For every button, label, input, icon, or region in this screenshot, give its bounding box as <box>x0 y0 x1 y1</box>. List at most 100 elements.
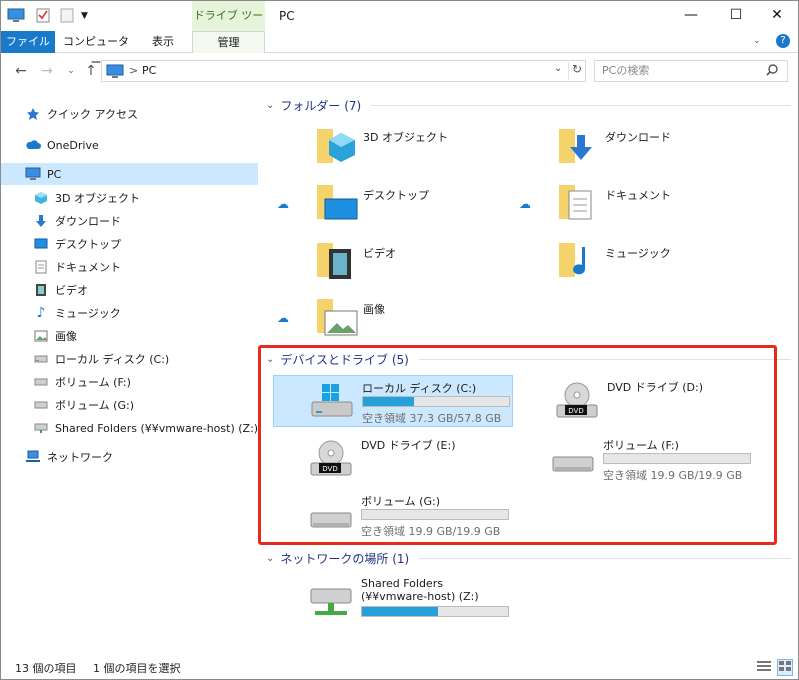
status-bar: 13 個の項目 1 個の項目を選択 <box>1 655 798 679</box>
folder-name: 画像 <box>363 303 385 316</box>
back-arrow-icon[interactable]: ← <box>11 61 31 81</box>
folder-3d-objects[interactable]: 3D オブジェクト <box>315 123 448 179</box>
title-bar: ▼ ドライブ ツール PC — ☐ ✕ <box>1 1 798 52</box>
nav-label: ネットワーク <box>47 451 113 464</box>
details-view-icon[interactable] <box>757 660 771 675</box>
group-header-network[interactable]: ⌄ ネットワークの場所 (1) <box>266 548 791 568</box>
nav-local-disk-c[interactable]: ローカル ディスク (C:) <box>33 348 169 370</box>
properties-icon[interactable] <box>35 7 51 26</box>
drive-icon <box>33 374 49 390</box>
drive-tools-context-label: ドライブ ツール <box>192 1 265 52</box>
nav-pc[interactable]: PC <box>1 163 258 185</box>
collapse-chevron-icon: ⌄ <box>266 552 275 564</box>
tab-file[interactable]: ファイル <box>1 31 55 53</box>
network-name-line2: (¥¥vmware-host) (Z:) <box>361 590 479 603</box>
close-button[interactable]: ✕ <box>754 1 798 31</box>
folder-desktop[interactable]: デスクトップ <box>315 181 429 237</box>
breadcrumb-pc[interactable]: PC <box>142 64 156 77</box>
film-folder-icon <box>317 243 351 279</box>
film-icon <box>33 282 49 298</box>
folder-name: ドキュメント <box>605 189 671 202</box>
nav-desktop[interactable]: デスクトップ <box>33 233 121 255</box>
nav-label: ダウンロード <box>55 215 121 228</box>
nav-3d-objects[interactable]: 3D オブジェクト <box>33 187 140 209</box>
nav-label: デスクトップ <box>55 238 121 251</box>
nav-label: ミュージック <box>55 307 121 320</box>
drive-icon <box>33 397 49 413</box>
music-folder-icon <box>559 243 586 277</box>
nav-downloads[interactable]: ダウンロード <box>33 210 121 232</box>
group-header-folders[interactable]: ⌄ フォルダー (7) <box>266 95 791 115</box>
nav-quick-access[interactable]: クイック アクセス <box>25 103 138 125</box>
nav-volume-g[interactable]: ボリューム (G:) <box>33 394 134 416</box>
network-name-line1: Shared Folders <box>361 577 443 590</box>
nav-music[interactable]: ♪ ミュージック <box>33 302 121 324</box>
nav-label: 3D オブジェクト <box>55 192 140 205</box>
address-bar[interactable]: > PC ⌄ ↻ <box>101 60 586 82</box>
address-dropdown-chevron-icon[interactable]: ⌄ <box>554 63 562 74</box>
item-count: 13 個の項目 <box>15 662 77 675</box>
tiles-view-icon[interactable] <box>777 659 793 676</box>
customize-toolbar-chevron-icon[interactable]: ▼ <box>81 11 88 21</box>
tab-manage[interactable]: 管理 <box>192 31 265 53</box>
cube-icon <box>33 190 49 206</box>
address-row: ← → ⌄ ↑ > PC ⌄ ↻ PCの検索 <box>1 54 798 88</box>
nav-videos[interactable]: ビデオ <box>33 279 88 301</box>
cloud-status-icon: ☁ <box>277 197 289 211</box>
nav-label: 画像 <box>55 330 77 343</box>
minimize-button[interactable]: — <box>668 1 714 31</box>
cloud-status-icon: ☁ <box>519 197 531 211</box>
group-label: ネットワークの場所 (1) <box>280 551 410 566</box>
cube-folder-icon <box>317 129 355 163</box>
explorer-window: ▼ ドライブ ツール PC — ☐ ✕ ファイル コンピューター 表示 管理 ⌄… <box>0 0 799 680</box>
desktop-icon <box>33 236 49 252</box>
nav-label: ボリューム (F:) <box>55 376 131 389</box>
nav-label: ドキュメント <box>55 261 121 274</box>
pc-icon <box>7 7 25 26</box>
group-divider <box>371 104 791 106</box>
nav-label: ビデオ <box>55 284 88 297</box>
recent-locations-chevron-icon[interactable]: ⌄ <box>61 61 81 81</box>
new-folder-icon[interactable] <box>59 7 75 26</box>
picture-icon <box>33 328 49 344</box>
expand-ribbon-chevron-icon[interactable]: ⌄ <box>753 36 761 46</box>
folder-videos[interactable]: ビデオ <box>315 239 396 295</box>
nav-label: OneDrive <box>47 138 99 152</box>
window-title: PC <box>279 9 295 23</box>
forward-arrow-icon[interactable]: → <box>37 61 57 81</box>
nav-volume-f[interactable]: ボリューム (F:) <box>33 371 131 393</box>
search-input[interactable]: PCの検索 <box>594 60 788 82</box>
folder-downloads[interactable]: ダウンロード <box>557 123 671 179</box>
group-label: フォルダー (7) <box>280 98 362 113</box>
folder-name: ビデオ <box>363 247 396 260</box>
cloud-status-icon: ☁ <box>277 311 289 325</box>
maximize-button[interactable]: ☐ <box>713 1 759 31</box>
collapse-chevron-icon: ⌄ <box>266 99 275 111</box>
folder-music[interactable]: ミュージック <box>557 239 671 295</box>
nav-shared-folders-z[interactable]: Shared Folders (¥¥vmware-host) (Z:) <box>33 417 258 439</box>
network-drive-icon <box>310 588 352 615</box>
nav-label: ボリューム (G:) <box>55 399 134 412</box>
breadcrumb-separator[interactable]: > <box>129 64 138 77</box>
tab-computer[interactable]: コンピューター <box>61 31 131 69</box>
tab-view[interactable]: 表示 <box>141 31 185 53</box>
folder-documents[interactable]: ドキュメント <box>557 181 671 237</box>
nav-documents[interactable]: ドキュメント <box>33 256 121 278</box>
help-button[interactable]: ? <box>776 34 790 48</box>
up-arrow-icon[interactable]: ↑ <box>81 61 101 81</box>
nav-onedrive[interactable]: OneDrive <box>25 134 99 156</box>
nav-label: クイック アクセス <box>47 108 138 121</box>
network-icon <box>25 449 41 465</box>
highlight-box <box>258 345 777 545</box>
folder-name: ミュージック <box>605 247 671 260</box>
folder-pictures[interactable]: 画像 <box>315 295 385 351</box>
refresh-button[interactable]: ↻ <box>568 62 585 80</box>
navigation-pane: クイック アクセス OneDrive PC 3D オブジェクト ダウンロード デ… <box>1 89 258 651</box>
selected-count: 1 個の項目を選択 <box>93 662 181 675</box>
network-shared-folders-z[interactable]: Shared Folders (¥¥vmware-host) (Z:) <box>307 573 517 633</box>
nav-network[interactable]: ネットワーク <box>25 446 113 468</box>
folder-name: デスクトップ <box>363 189 429 202</box>
nav-pictures[interactable]: 画像 <box>33 325 77 347</box>
download-folder-icon <box>559 129 592 163</box>
nav-label: Shared Folders (¥¥vmware-host) (Z:) <box>55 421 259 435</box>
